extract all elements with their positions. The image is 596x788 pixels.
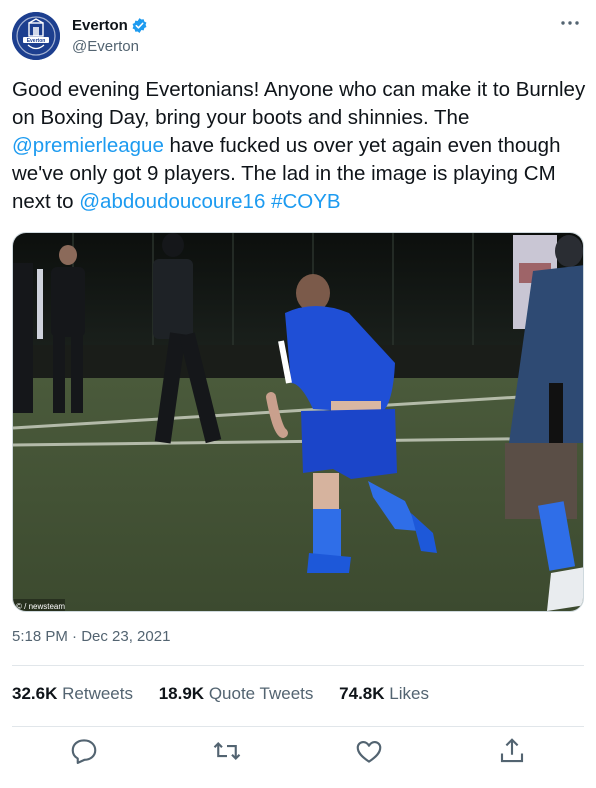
display-name[interactable]: Everton <box>72 16 128 35</box>
avatar[interactable]: Everton <box>12 12 60 60</box>
timestamp[interactable]: 5:18 PM · Dec 23, 2021 <box>12 628 170 645</box>
divider <box>12 665 584 666</box>
svg-text:Everton: Everton <box>27 38 46 44</box>
retweet-button[interactable] <box>212 736 242 766</box>
mention-abdoudoucoure16[interactable]: @abdoudoucoure16 <box>79 190 265 213</box>
retweets-stat[interactable]: 32.6K Retweets <box>12 684 133 704</box>
reply-icon <box>71 739 97 764</box>
action-bar <box>12 736 584 768</box>
everton-crest-icon: Everton <box>12 12 60 60</box>
tweet-header: Everton Everton @Everton <box>12 12 584 60</box>
share-icon <box>500 738 524 763</box>
verified-badge-icon <box>132 18 147 33</box>
more-options-icon[interactable] <box>558 14 582 32</box>
share-button[interactable] <box>497 736 527 766</box>
like-button[interactable] <box>354 736 384 766</box>
quote-tweets-stat[interactable]: 18.9K Quote Tweets <box>159 684 314 704</box>
reply-button[interactable] <box>69 736 99 766</box>
mention-premierleague[interactable]: @premierleague <box>12 134 164 157</box>
like-icon <box>356 740 382 763</box>
image-watermark: © / newsteam <box>16 602 65 611</box>
tweet-image[interactable]: © / newsteam <box>12 232 584 612</box>
likes-stat[interactable]: 74.8K Likes <box>339 684 429 704</box>
engagement-stats: 32.6K Retweets 18.9K Quote Tweets 74.8K … <box>12 684 450 704</box>
handle[interactable]: @Everton <box>72 37 148 57</box>
retweet-icon <box>213 741 241 761</box>
divider <box>12 726 584 727</box>
tweet-text: Good evening Evertonians! Anyone who can… <box>12 78 586 213</box>
hashtag-coyb[interactable]: #COYB <box>271 190 341 213</box>
